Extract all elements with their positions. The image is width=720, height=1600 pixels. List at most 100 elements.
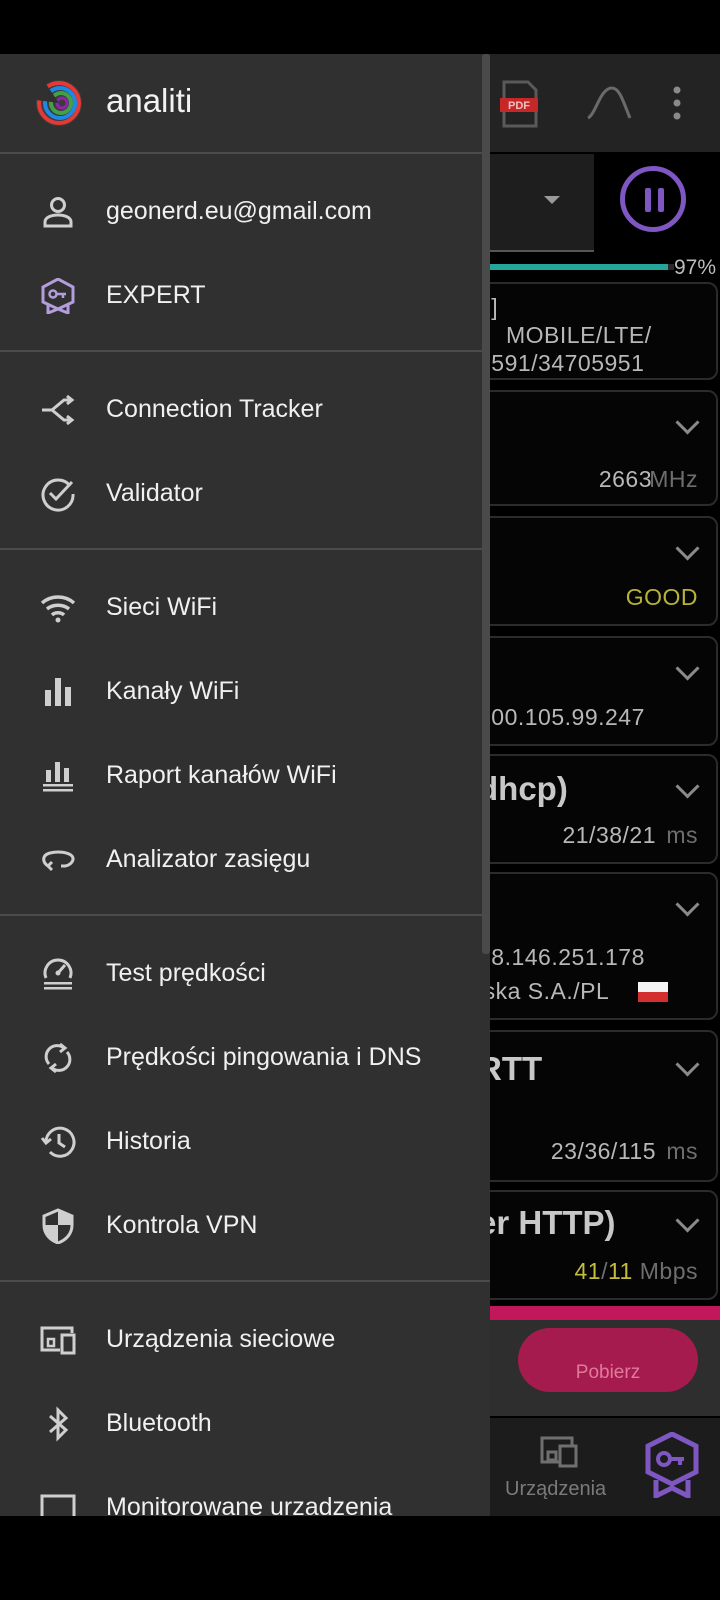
isp-card[interactable]: 38.146.251.178 lska S.A./PL: [470, 872, 718, 1020]
divider: [0, 914, 490, 916]
expert-badge-nav-icon[interactable]: [644, 1432, 700, 1498]
rtt-card[interactable]: RTT 23/36/115 ms: [470, 1030, 718, 1182]
menu-item-label: Validator: [106, 479, 203, 507]
expert-badge-icon: [41, 278, 75, 314]
http-speed: 41/11 Mbps: [574, 1258, 698, 1285]
divider: [0, 1280, 490, 1282]
menu-item-monitored-devices[interactable]: Monitorowane urzadzenia: [0, 1466, 490, 1516]
http-download: 41: [574, 1258, 602, 1284]
download-button[interactable]: Pobierz: [518, 1328, 698, 1392]
ip-value: 100.105.99.247: [478, 704, 645, 730]
graph-curve-icon[interactable]: [586, 84, 632, 120]
expert-plan-item[interactable]: EXPERT: [0, 254, 490, 338]
plan-label: EXPERT: [106, 281, 206, 309]
menu-item-label: Bluetooth: [106, 1409, 212, 1437]
rtt-value: 23/36/115: [550, 1138, 656, 1164]
account-email-item[interactable]: geonerd.eu@gmail.com: [0, 170, 490, 254]
expand-chevron-icon: [675, 656, 700, 681]
menu-item-wifi-channels[interactable]: Kanały WiFi: [0, 650, 490, 734]
signal-status: GOOD: [625, 584, 698, 610]
devices-nav-icon[interactable]: [540, 1436, 580, 1468]
bar-chart-icon: [45, 678, 71, 706]
network-line-3: 3591/34705951: [478, 350, 645, 376]
menu-item-ping-dns[interactable]: Prędkości pingowania i DNS: [0, 1016, 490, 1100]
menu-item-label: Test prędkości: [106, 959, 266, 987]
expand-chevron-icon: [675, 774, 700, 799]
monitor-icon: [40, 1494, 76, 1516]
isp-name: lska S.A./PL: [478, 978, 610, 1004]
menu-item-connection-tracker[interactable]: Connection Tracker: [0, 368, 490, 452]
expand-chevron-icon: [675, 410, 700, 435]
history-icon: [40, 1126, 76, 1158]
network-line-2: MOBILE/LTE/: [506, 322, 652, 348]
divider: [0, 548, 490, 550]
bluetooth-icon: [49, 1406, 69, 1442]
progress-bar-fill: [470, 264, 668, 270]
pdf-export-icon[interactable]: PDF: [500, 80, 540, 128]
menu-item-label: Kontrola VPN: [106, 1211, 258, 1239]
menu-item-vpn-control[interactable]: Kontrola VPN: [0, 1184, 490, 1268]
menu-item-label: Sieci WiFi: [106, 593, 218, 621]
navigation-drawer: analiti geonerd.eu@gmail.com EXPERT Conn…: [0, 54, 490, 1516]
poland-flag-icon: [638, 982, 668, 1002]
account-email: geonerd.eu@gmail.com: [106, 197, 372, 225]
more-options-icon[interactable]: [672, 86, 682, 120]
menu-item-label: Historia: [106, 1127, 191, 1155]
menu-item-validator[interactable]: Validator: [0, 452, 490, 536]
speedometer-icon: [43, 958, 73, 990]
http-card[interactable]: er HTTP) 41/11 Mbps: [470, 1190, 718, 1300]
menu-item-label: Connection Tracker: [106, 395, 323, 423]
menu-item-bluetooth[interactable]: Bluetooth: [0, 1382, 490, 1466]
check-circle-icon: [41, 478, 75, 512]
rtt-unit: ms: [666, 1138, 698, 1164]
ip-card[interactable]: 100.105.99.247: [470, 636, 718, 746]
divider: [0, 152, 490, 154]
signal-card[interactable]: GOOD: [470, 516, 718, 626]
menu-item-history[interactable]: Historia: [0, 1100, 490, 1184]
menu-item-wifi-networks[interactable]: Sieci WiFi: [0, 566, 490, 650]
expand-chevron-icon: [675, 892, 700, 917]
http-separator: /: [601, 1258, 608, 1284]
drawer-scrollbar[interactable]: [482, 54, 490, 954]
shield-icon: [42, 1208, 74, 1244]
divider: [0, 350, 490, 352]
network-card[interactable]: 9] MOBILE/LTE/ 3591/34705951: [470, 282, 718, 380]
public-ip: 38.146.251.178: [478, 944, 645, 970]
menu-item-label: Prędkości pingowania i DNS: [106, 1043, 422, 1071]
menu-item-label: Urządzenia sieciowe: [106, 1325, 336, 1353]
app-title: analiti: [106, 82, 193, 119]
person-icon: [43, 197, 73, 228]
range-loop-icon: [42, 850, 75, 872]
menu-item-range-analyzer[interactable]: Analizator zasięgu: [0, 818, 490, 902]
drawer-header: analiti: [0, 54, 490, 152]
dhcp-title: dhcp): [478, 770, 568, 807]
http-unit: Mbps: [639, 1258, 698, 1284]
devices-icon: [40, 1326, 76, 1355]
app-logo-icon: [36, 80, 82, 126]
expand-chevron-icon: [675, 1208, 700, 1233]
menu-item-label: Analizator zasięgu: [106, 845, 311, 873]
pause-button[interactable]: [620, 166, 686, 232]
frequency-unit: MHz: [649, 466, 698, 492]
sync-icon: [44, 1042, 72, 1074]
expand-chevron-icon: [675, 536, 700, 561]
menu-item-label: Monitorowane urzadzenia: [106, 1493, 393, 1516]
menu-item-label: Kanały WiFi: [106, 677, 240, 705]
menu-item-speed-test[interactable]: Test prędkości: [0, 932, 490, 1016]
dhcp-card[interactable]: dhcp) 21/38/21 ms: [470, 754, 718, 864]
svg-text:PDF: PDF: [508, 100, 530, 112]
dhcp-unit: ms: [666, 822, 698, 848]
frequency-card[interactable]: 2663 MHz: [470, 390, 718, 506]
progress-bar: [470, 264, 674, 270]
dhcp-value: 21/38/21: [562, 822, 656, 848]
menu-item-label: Raport kanałów WiFi: [106, 761, 337, 789]
promo-strip: [470, 1306, 720, 1320]
bar-chart-report-icon: [43, 762, 73, 792]
menu-item-wifi-channel-report[interactable]: Raport kanałów WiFi: [0, 734, 490, 818]
menu-item-network-devices[interactable]: Urządzenia sieciowe: [0, 1298, 490, 1382]
devices-nav-label[interactable]: Urządzenia: [505, 1478, 606, 1501]
expand-chevron-icon: [675, 1052, 700, 1077]
frequency-value: 2663: [598, 466, 652, 492]
share-arrows-icon: [42, 394, 75, 426]
progress-percent: 97%: [674, 256, 717, 279]
